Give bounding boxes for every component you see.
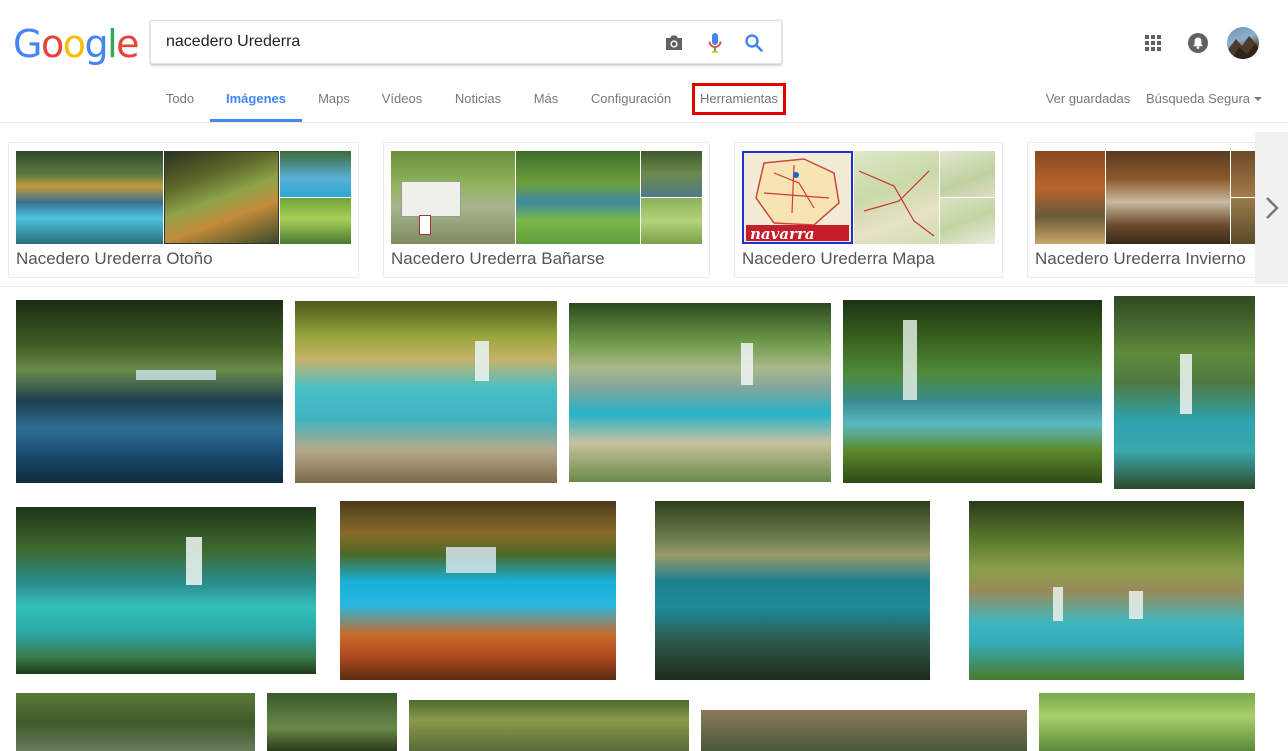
waterfall-highlight <box>741 343 753 385</box>
tab-maps[interactable]: Maps <box>312 80 356 122</box>
image-result[interactable] <box>295 301 557 483</box>
related-thumb <box>164 151 279 244</box>
camera-icon[interactable] <box>663 32 685 54</box>
related-thumb <box>1035 151 1105 244</box>
related-search-label: Nacedero Urederra Mapa <box>742 249 935 268</box>
image-result[interactable] <box>969 501 1244 680</box>
saved-images-link[interactable]: Ver guardadas <box>1040 80 1136 122</box>
map-thumb-text: navarra <box>750 225 815 243</box>
image-result[interactable] <box>1039 693 1255 751</box>
search-box <box>150 20 782 64</box>
logo-letter: o <box>40 22 64 66</box>
sign-post <box>419 215 431 235</box>
logo-letter: e <box>116 22 139 66</box>
related-thumb <box>940 198 995 244</box>
waterfall-highlight <box>903 320 917 400</box>
search-icon[interactable] <box>743 32 765 54</box>
tab-videos[interactable]: Vídeos <box>374 80 430 122</box>
related-search-label: Nacedero Urederra Invierno <box>1035 249 1246 268</box>
tab-tools[interactable]: Herramientas <box>692 83 787 115</box>
waterfall-highlight <box>186 537 202 585</box>
tab-all[interactable]: Todo <box>160 80 200 122</box>
waterfall-highlight <box>1053 587 1063 621</box>
user-avatar[interactable] <box>1227 27 1259 59</box>
search-input[interactable] <box>166 21 646 63</box>
related-thumb <box>1106 151 1230 244</box>
related-thumb <box>641 151 702 197</box>
related-thumb <box>280 151 351 197</box>
related-search-card[interactable]: Nacedero Urederra Otoño <box>8 142 359 278</box>
related-search-label: Nacedero Urederra Bañarse <box>391 249 605 268</box>
related-search-label: Nacedero Urederra Otoño <box>16 249 213 268</box>
microphone-icon[interactable] <box>704 32 726 54</box>
related-thumb <box>940 151 995 197</box>
tab-settings[interactable]: Configuración <box>584 80 678 122</box>
safesearch-label: Búsqueda Segura <box>1145 91 1251 106</box>
chevron-right-icon <box>1265 197 1279 219</box>
search-tabs: Todo Imágenes Maps Vídeos Noticias Más C… <box>0 80 1288 123</box>
image-result[interactable] <box>16 300 283 483</box>
waterfall-highlight <box>1129 591 1143 619</box>
waterfall-highlight <box>475 341 489 381</box>
google-logo[interactable]: Google <box>13 22 140 66</box>
logo-letter: o <box>62 22 86 66</box>
apps-grid-icon[interactable] <box>1143 29 1163 57</box>
related-thumb <box>641 198 702 244</box>
logo-letter: l <box>107 22 118 66</box>
related-thumb-map: navarra <box>742 151 853 244</box>
image-result[interactable] <box>569 303 831 482</box>
image-result[interactable] <box>267 693 397 751</box>
tab-images[interactable]: Imágenes <box>210 80 302 122</box>
related-thumb <box>280 198 351 244</box>
image-result[interactable] <box>701 710 1027 751</box>
image-result[interactable] <box>843 300 1102 483</box>
logo-letter: G <box>13 22 42 66</box>
related-search-card[interactable]: Nacedero Urederra Bañarse <box>383 142 710 278</box>
divider <box>0 286 1288 287</box>
tab-more[interactable]: Más <box>526 80 566 122</box>
image-result[interactable] <box>16 507 316 674</box>
image-result[interactable] <box>340 501 616 680</box>
related-thumb <box>16 151 163 244</box>
google-images-page: Google Todo Imágenes Maps Vídeos Noticia… <box>0 0 1288 751</box>
related-thumb <box>391 151 515 244</box>
image-result[interactable] <box>409 700 689 751</box>
image-result[interactable] <box>16 693 255 751</box>
sign-board <box>401 181 461 217</box>
related-thumb <box>854 151 939 244</box>
image-result[interactable] <box>1114 296 1255 489</box>
waterfall-highlight <box>446 547 496 573</box>
related-search-card[interactable]: Nacedero Urederra Invierno <box>1027 142 1288 278</box>
waterfall-highlight <box>136 370 216 380</box>
related-next-button[interactable] <box>1255 132 1288 284</box>
related-thumb <box>516 151 640 244</box>
logo-letter: g <box>84 22 108 66</box>
image-result[interactable] <box>655 501 930 680</box>
related-search-card[interactable]: navarra Nacedero Urederra Mapa <box>734 142 1003 278</box>
tab-news[interactable]: Noticias <box>448 80 508 122</box>
dropdown-caret-icon <box>1254 97 1263 101</box>
notifications-icon[interactable] <box>1187 29 1209 57</box>
safesearch-menu[interactable]: Búsqueda Segura <box>1144 80 1264 122</box>
waterfall-highlight <box>1180 354 1192 414</box>
